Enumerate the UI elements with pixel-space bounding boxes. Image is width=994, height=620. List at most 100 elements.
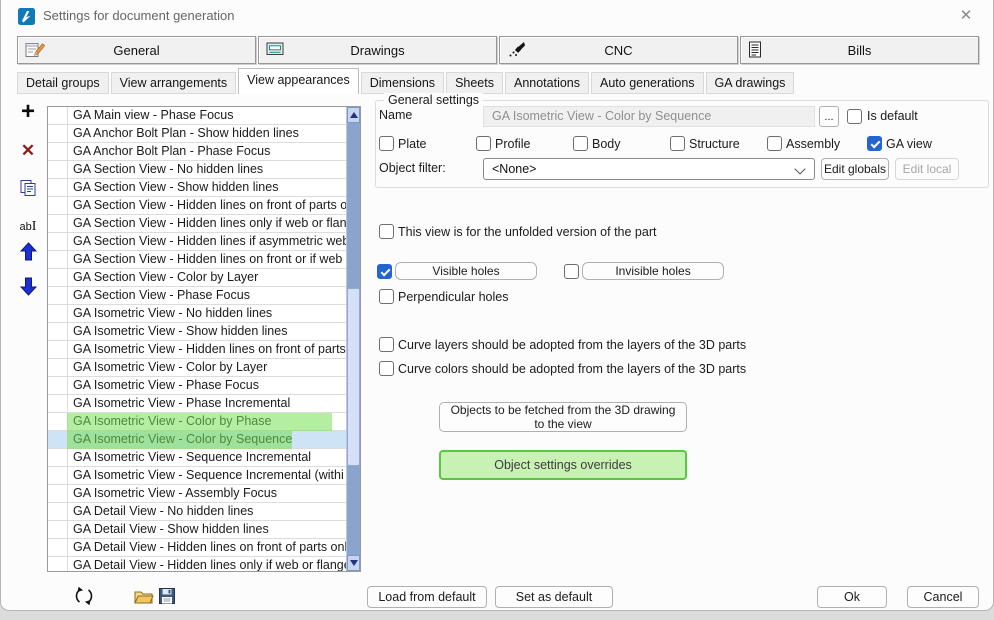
list-item[interactable]: GA Isometric View - Phase Incremental [48, 395, 347, 413]
open-folder-icon [134, 589, 154, 604]
ga-view-checkbox[interactable] [867, 136, 882, 151]
tab-dimensions[interactable]: Dimensions [361, 72, 444, 94]
list-item[interactable]: GA Section View - Show hidden lines [48, 179, 347, 197]
list-item[interactable]: GA Detail View - Hidden lines only if we… [48, 557, 347, 572]
tab-detail-groups[interactable]: Detail groups [17, 72, 109, 94]
list-item[interactable]: GA Isometric View - Sequence Incremental… [48, 467, 347, 485]
row-gutter [48, 557, 68, 572]
structure-checkbox[interactable] [670, 136, 685, 151]
row-label: GA Anchor Bolt Plan - Phase Focus [68, 143, 347, 160]
row-label: GA Section View - Show hidden lines [68, 179, 347, 196]
edit-globals-button[interactable]: Edit globals [821, 158, 889, 180]
row-gutter [48, 197, 68, 214]
object-filter-select[interactable]: <None> [483, 158, 815, 180]
tab-bills[interactable]: Bills [740, 36, 979, 64]
list-item[interactable]: GA Isometric View - Show hidden lines [48, 323, 347, 341]
list-item[interactable]: GA Section View - Hidden lines on front … [48, 251, 347, 269]
copy-view-button[interactable] [17, 179, 39, 202]
tab-auto-generations[interactable]: Auto generations [591, 72, 704, 94]
cancel-button[interactable]: Cancel [907, 586, 979, 608]
visible-holes-button[interactable]: Visible holes [395, 262, 537, 280]
list-item[interactable]: GA Anchor Bolt Plan - Phase Focus [48, 143, 347, 161]
save-file-button[interactable] [159, 588, 175, 609]
list-item[interactable]: GA Section View - Hidden lines if asymme… [48, 233, 347, 251]
window-title: Settings for document generation [43, 8, 235, 23]
invisible-holes-button[interactable]: Invisible holes [582, 262, 724, 280]
list-item[interactable]: GA Detail View - Show hidden lines [48, 521, 347, 539]
ok-button[interactable]: Ok [817, 586, 887, 608]
close-icon[interactable]: ✕ [951, 2, 981, 28]
list-item[interactable]: GA Section View - Color by Layer [48, 269, 347, 287]
tab-general-label: General [18, 43, 255, 58]
row-label: GA Section View - Hidden lines if asymme… [68, 233, 347, 250]
list-item[interactable]: GA Isometric View - Color by Sequence [48, 431, 347, 449]
scroll-up-icon[interactable] [347, 107, 360, 123]
scroll-down-icon[interactable] [347, 555, 360, 571]
profile-label: Profile [495, 137, 530, 151]
delete-view-button[interactable]: ✕ [17, 141, 39, 161]
browse-button[interactable]: ... [819, 106, 839, 127]
list-item[interactable]: GA Detail View - No hidden lines [48, 503, 347, 521]
list-item[interactable]: GA Isometric View - Sequence Incremental [48, 449, 347, 467]
invisible-holes-checkbox[interactable] [564, 264, 579, 279]
row-gutter [48, 287, 68, 304]
list-item[interactable]: GA Anchor Bolt Plan - Show hidden lines [48, 125, 347, 143]
move-up-button[interactable] [17, 242, 39, 266]
list-item[interactable]: GA Section View - No hidden lines [48, 161, 347, 179]
list-scrollbar[interactable] [346, 107, 360, 571]
list-item[interactable]: GA Detail View - Hidden lines on front o… [48, 539, 347, 557]
tab-ga-drawings[interactable]: GA drawings [706, 72, 795, 94]
list-item[interactable]: GA Section View - Phase Focus [48, 287, 347, 305]
row-label: GA Section View - Phase Focus [68, 287, 347, 304]
load-from-default-button[interactable]: Load from default [367, 586, 487, 608]
object-settings-overrides-button[interactable]: Object settings overrides [439, 450, 687, 480]
list-item[interactable]: GA Isometric View - No hidden lines [48, 305, 347, 323]
tab-general[interactable]: General [17, 36, 256, 64]
list-item[interactable]: GA Isometric View - Hidden lines on fron… [48, 341, 347, 359]
load-file-button[interactable] [134, 589, 154, 609]
curve-colors-checkbox[interactable] [379, 361, 394, 376]
object-filter-value: <None> [492, 162, 536, 176]
scrollbar-thumb[interactable] [347, 288, 360, 466]
list-item[interactable]: GA Section View - Hidden lines on front … [48, 197, 347, 215]
copy-icon [19, 179, 37, 197]
unfolded-checkbox[interactable] [379, 224, 394, 239]
tab-drawings[interactable]: Drawings [258, 36, 497, 64]
tab-view-arrangements[interactable]: View arrangements [111, 72, 236, 94]
row-label: GA Isometric View - Assembly Focus [68, 485, 347, 502]
is-default-checkbox[interactable] [847, 109, 862, 124]
tab-cnc[interactable]: CNC [499, 36, 738, 64]
list-item[interactable]: GA Isometric View - Color by Layer [48, 359, 347, 377]
name-field[interactable]: GA Isometric View - Color by Sequence [483, 106, 815, 127]
edit-local-button[interactable]: Edit local [895, 158, 959, 180]
curve-layers-checkbox[interactable] [379, 337, 394, 352]
tab-annotations[interactable]: Annotations [505, 72, 589, 94]
set-as-default-button[interactable]: Set as default [495, 586, 613, 608]
fetch-objects-button[interactable]: Objects to be fetched from the 3D drawin… [439, 402, 687, 432]
list-item[interactable]: GA Isometric View - Phase Focus [48, 377, 347, 395]
list-item[interactable]: GA Isometric View - Assembly Focus [48, 485, 347, 503]
profile-checkbox[interactable] [476, 136, 491, 151]
tab-sheets[interactable]: Sheets [446, 72, 503, 94]
tab-view-appearances[interactable]: View appearances [238, 68, 359, 94]
is-default-label: Is default [867, 109, 918, 123]
plate-checkbox[interactable] [379, 136, 394, 151]
row-gutter [48, 269, 68, 286]
curve-colors-label: Curve colors should be adopted from the … [398, 362, 746, 376]
list-item[interactable]: GA Main view - Phase Focus [48, 107, 347, 125]
rename-view-button[interactable]: abI [17, 219, 39, 235]
view-appearance-list[interactable]: GA Main view - Phase Focus GA Anchor Bol… [47, 106, 361, 572]
add-view-button[interactable]: + [17, 101, 39, 123]
list-item[interactable]: GA Section View - Hidden lines only if w… [48, 215, 347, 233]
visible-holes-checkbox[interactable] [377, 264, 392, 279]
row-gutter [48, 233, 68, 250]
refresh-button[interactable] [74, 586, 94, 611]
row-gutter [48, 359, 68, 376]
assembly-checkbox[interactable] [767, 136, 782, 151]
move-down-button[interactable] [17, 277, 39, 301]
body-checkbox[interactable] [573, 136, 588, 151]
list-item[interactable]: GA Isometric View - Color by Phase [48, 413, 347, 431]
perpendicular-holes-checkbox[interactable] [379, 289, 394, 304]
row-gutter [48, 431, 68, 448]
row-gutter [48, 377, 68, 394]
